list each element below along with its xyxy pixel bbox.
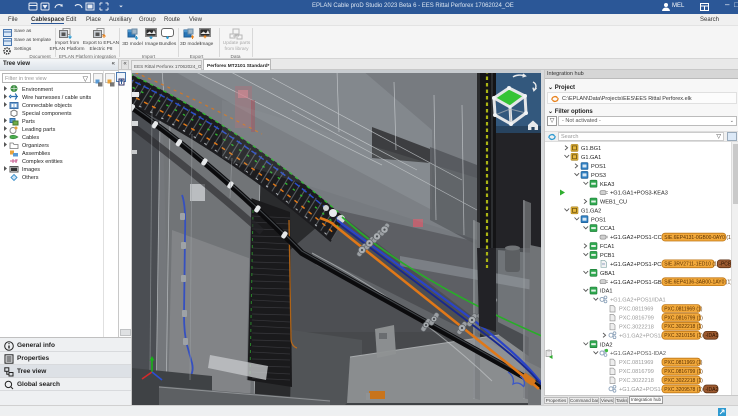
svg-text:G1.BG1: G1.BG1 [581,146,601,152]
svg-text:SIE.6EP4131-0GB00-0AY0 (1): SIE.6EP4131-0GB00-0AY0 (1) [664,235,733,241]
svg-text:Leading parts: Leading parts [22,127,56,133]
svg-text:PXC.0811969 (1): PXC.0811969 (1) [664,306,703,312]
svg-text:PXC.0816799 (1): PXC.0816799 (1) [664,315,703,321]
svg-text:+G1.GA2+POS1-PCB1: +G1.GA2+POS1-PCB1 [610,262,668,268]
svg-text:IDA1: IDA1 [600,289,612,295]
svg-text:Connectable objects: Connectable objects [22,103,72,109]
svg-text:+G1.GA2+POS1/IDA1: +G1.GA2+POS1/IDA1 [610,298,666,304]
svg-text:+G1.GA2+POS1-GBA1: +G1.GA2+POS1-GBA1 [610,280,668,286]
svg-text:-IDA1: -IDA1 [706,333,719,339]
svg-text:KEA3: KEA3 [600,182,614,188]
svg-text:CCA1: CCA1 [600,226,615,232]
svg-text:G1.GA2: G1.GA2 [581,208,601,214]
svg-text:PCB1: PCB1 [600,253,615,259]
svg-text:-IDA2: -IDA2 [706,387,719,393]
svg-text:Complex entities: Complex entities [22,159,63,165]
svg-text:FCA1: FCA1 [600,244,614,250]
svg-text:PXC.3210156 (1): PXC.3210156 (1) [664,333,703,339]
svg-text:IDA2: IDA2 [600,342,612,348]
svg-text:SIE.6EP4136-3AB00-1AY0 (1): SIE.6EP4136-3AB00-1AY0 (1) [664,280,732,286]
svg-text:PXC.0811969: PXC.0811969 [619,360,653,366]
svg-text:+G1.GA2+POS1-CCA1: +G1.GA2+POS1-CCA1 [610,235,668,241]
svg-text:PXC.3022218 (1): PXC.3022218 (1) [664,378,703,384]
svg-text:y: y [16,157,18,162]
svg-text:Environment: Environment [22,87,53,93]
svg-text:PXC.3022218: PXC.3022218 [619,324,654,330]
svg-text:SIE.3RV2711-1ED10 (1): SIE.3RV2711-1ED10 (1) [664,262,719,268]
svg-text:POS1: POS1 [591,164,606,170]
svg-text:Images: Images [22,167,40,173]
svg-text:+G1.GA2+POS1-IDA2: +G1.GA2+POS1-IDA2 [610,351,666,357]
svg-text:POS1: POS1 [591,217,606,223]
svg-text:Cables: Cables [22,135,39,141]
svg-text:Others: Others [22,175,39,181]
svg-text:Special components: Special components [22,111,72,117]
svg-text:PXC.0816799 (1): PXC.0816799 (1) [664,369,703,375]
svg-text:Organizers: Organizers [22,143,49,149]
svg-text:PXC.3022218 (1): PXC.3022218 (1) [664,324,703,330]
svg-text:PXC.3209578 (1): PXC.3209578 (1) [664,387,703,393]
svg-text:PXC.0816799: PXC.0816799 [619,369,654,375]
svg-text:PXC.0811969 (1): PXC.0811969 (1) [664,360,703,366]
svg-text:PXC.0811969: PXC.0811969 [619,307,653,313]
svg-text:PXC.3022218: PXC.3022218 [619,378,654,384]
svg-text:Assemblies: Assemblies [22,151,50,157]
svg-text:G1.GA1: G1.GA1 [581,155,601,161]
svg-text:PXC.0816799: PXC.0816799 [619,316,654,322]
svg-text:WEB1_CU: WEB1_CU [600,200,627,206]
svg-text:POS3: POS3 [591,173,606,179]
svg-text:Wire harnesses / cable units: Wire harnesses / cable units [22,95,91,101]
svg-text:GBA1: GBA1 [600,271,615,277]
svg-text:+G1.GA1+POS3-KEA3: +G1.GA1+POS3-KEA3 [610,191,668,197]
svg-text:Parts: Parts [22,119,35,125]
